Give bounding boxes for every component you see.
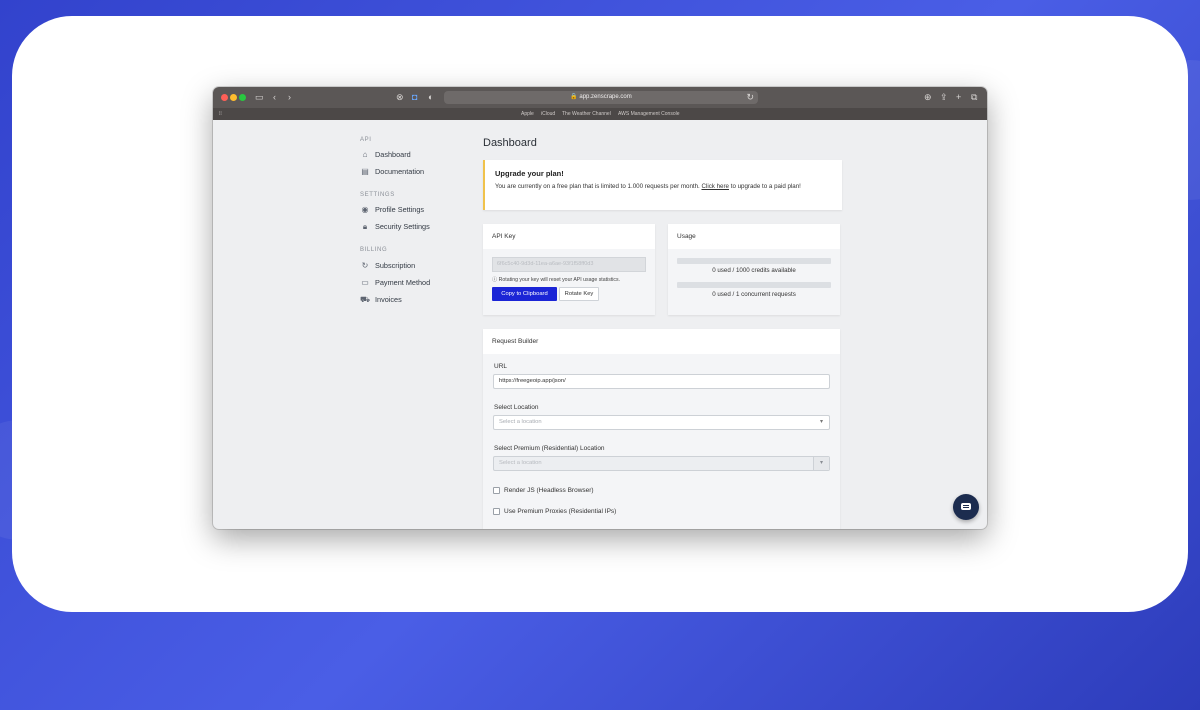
- reload-icon[interactable]: ↻: [746, 92, 754, 103]
- sidebar-item-label: Subscription: [375, 261, 416, 270]
- sidebar-item-label: Profile Settings: [375, 205, 425, 214]
- privacy-icon[interactable]: ◐: [428, 92, 433, 103]
- alert-title: Upgrade your plan!: [495, 169, 564, 178]
- upgrade-link[interactable]: Click here: [701, 183, 729, 190]
- new-tab-icon[interactable]: +: [956, 92, 961, 103]
- sidebar-item-label: Security Settings: [375, 222, 430, 231]
- render-js-label: Render JS (Headless Browser): [504, 487, 594, 494]
- favorite-link[interactable]: AWS Management Console: [618, 108, 680, 120]
- request-builder-header: Request Builder: [492, 338, 539, 345]
- api-key-header: API Key: [492, 233, 516, 240]
- credits-usage-text: 0 used / 1000 credits available: [712, 267, 796, 274]
- chat-icon: [961, 503, 971, 510]
- panel-body: 6f6c5c40-9d3d-11ea-a6ae-93f1f58ff0d3 ⓘ R…: [483, 249, 655, 315]
- favorite-link[interactable]: Apple: [521, 108, 534, 120]
- favorites-grid-icon[interactable]: ⁞⁞: [219, 108, 222, 120]
- panel-header: Request Builder: [483, 329, 840, 354]
- browser-titlebar: ▭ ‹ › ⊗ ◘ ◐ 🔒 app.zenscrape.com ↻ ⊕ ⇪ + …: [213, 87, 987, 108]
- chevron-down-icon: ▾: [813, 457, 829, 470]
- minimize-window-button[interactable]: [230, 94, 237, 101]
- sidebar-section-settings: SETTINGS: [360, 192, 395, 198]
- concurrent-usage-text: 0 used / 1 concurrent requests: [712, 291, 796, 298]
- sidebar-item-security-settings[interactable]: 🔒︎ Security Settings: [360, 220, 470, 234]
- favorite-link[interactable]: The Weather Channel: [562, 108, 611, 120]
- document-icon: ▤: [361, 167, 369, 176]
- panel-body: URL https://freegeoip.app/json/ Select L…: [483, 354, 840, 529]
- sidebar-item-documentation[interactable]: ▤ Documentation: [360, 165, 470, 179]
- home-icon: ⌂: [362, 150, 368, 159]
- alert-text: to upgrade to a paid plan!: [729, 183, 801, 190]
- panel-header: Usage: [668, 224, 840, 249]
- sidebar-item-profile-settings[interactable]: ◉ Profile Settings: [360, 203, 470, 217]
- user-icon: ◉: [361, 205, 369, 214]
- rotate-note: ⓘ Rotating your key will reset your API …: [492, 276, 620, 283]
- upgrade-alert: Upgrade your plan! You are currently on …: [483, 160, 842, 210]
- premium-location-select[interactable]: Select a location ▾: [493, 456, 830, 471]
- favorite-link[interactable]: iCloud: [541, 108, 555, 120]
- premium-proxies-checkbox[interactable]: [493, 508, 500, 515]
- request-builder-panel: Request Builder URL https://freegeoip.ap…: [483, 329, 840, 529]
- sidebar-section-api: API: [360, 137, 372, 143]
- api-key-panel: API Key 6f6c5c40-9d3d-11ea-a6ae-93f1f58f…: [483, 224, 655, 315]
- card-icon: ▭: [361, 278, 369, 287]
- cart-icon: ⛟: [360, 295, 371, 304]
- sidebar-item-label: Documentation: [375, 167, 425, 176]
- page-title: Dashboard: [483, 137, 537, 149]
- concurrent-progress-bar: [677, 282, 831, 288]
- sidebar-section-billing: BILLING: [360, 247, 388, 253]
- info-icon: ⓘ: [492, 277, 498, 283]
- premium-proxies-label: Use Premium Proxies (Residential IPs): [504, 508, 617, 515]
- rotate-key-button[interactable]: Rotate Key: [559, 287, 599, 301]
- sidebar-item-label: Invoices: [375, 295, 402, 304]
- sidebar-item-label: Payment Method: [375, 278, 431, 287]
- location-select-value: Select a location: [499, 419, 542, 425]
- back-arrow-icon[interactable]: ‹: [273, 92, 276, 103]
- premium-location-select-value: Select a location: [499, 460, 542, 466]
- premium-location-label: Select Premium (Residential) Location: [494, 445, 605, 452]
- forward-arrow-icon[interactable]: ›: [288, 92, 291, 103]
- sidebar-item-payment-method[interactable]: ▭ Payment Method: [360, 276, 470, 290]
- location-select[interactable]: Select a location ▾: [493, 415, 830, 430]
- usage-header: Usage: [677, 233, 696, 240]
- extension-icon[interactable]: ⊗: [396, 92, 404, 103]
- address-bar[interactable]: 🔒 app.zenscrape.com ↻: [444, 91, 758, 104]
- chat-widget-button[interactable]: [953, 494, 979, 520]
- credits-progress-bar: [677, 258, 831, 264]
- copy-to-clipboard-button[interactable]: Copy to Clipboard: [492, 287, 557, 301]
- download-icon[interactable]: ⊕: [924, 92, 932, 103]
- rotate-note-text: Rotating your key will reset your API us…: [498, 277, 621, 283]
- sidebar-item-invoices[interactable]: ⛟ Invoices: [360, 293, 470, 307]
- panel-header: API Key: [483, 224, 655, 249]
- close-window-button[interactable]: [221, 94, 228, 101]
- alert-message: You are currently on a free plan that is…: [495, 182, 835, 192]
- panel-body: 0 used / 1000 credits available 0 used /…: [668, 249, 840, 315]
- api-key-field[interactable]: 6f6c5c40-9d3d-11ea-a6ae-93f1f58ff0d3: [492, 257, 646, 272]
- url-label: URL: [494, 363, 508, 370]
- refresh-icon: ↻: [361, 261, 369, 270]
- tabs-overview-icon[interactable]: ⧉: [971, 92, 977, 103]
- browser-window: ▭ ‹ › ⊗ ◘ ◐ 🔒 app.zenscrape.com ↻ ⊕ ⇪ + …: [213, 87, 987, 529]
- usage-panel: Usage 0 used / 1000 credits available 0 …: [668, 224, 840, 315]
- location-label: Select Location: [494, 404, 539, 411]
- shield-icon[interactable]: ◘: [412, 92, 417, 103]
- sidebar-item-subscription[interactable]: ↻ Subscription: [360, 259, 470, 273]
- alert-text: You are currently on a free plan that is…: [495, 183, 702, 190]
- url-input[interactable]: https://freegeoip.app/json/: [493, 374, 830, 389]
- lock-icon: 🔒︎: [362, 222, 368, 231]
- share-icon[interactable]: ⇪: [940, 92, 948, 103]
- sidebar-item-label: Dashboard: [375, 150, 411, 159]
- render-js-checkbox[interactable]: [493, 487, 500, 494]
- maximize-window-button[interactable]: [239, 94, 246, 101]
- address-url: 🔒 app.zenscrape.com: [570, 94, 632, 100]
- sidebar-item-dashboard[interactable]: ⌂ Dashboard: [360, 148, 470, 162]
- chevron-down-icon: ▾: [819, 419, 823, 425]
- sidebar-toggle-icon[interactable]: ▭: [255, 92, 264, 103]
- favorites-bar: ⁞⁞ Apple iCloud The Weather Channel AWS …: [213, 108, 987, 120]
